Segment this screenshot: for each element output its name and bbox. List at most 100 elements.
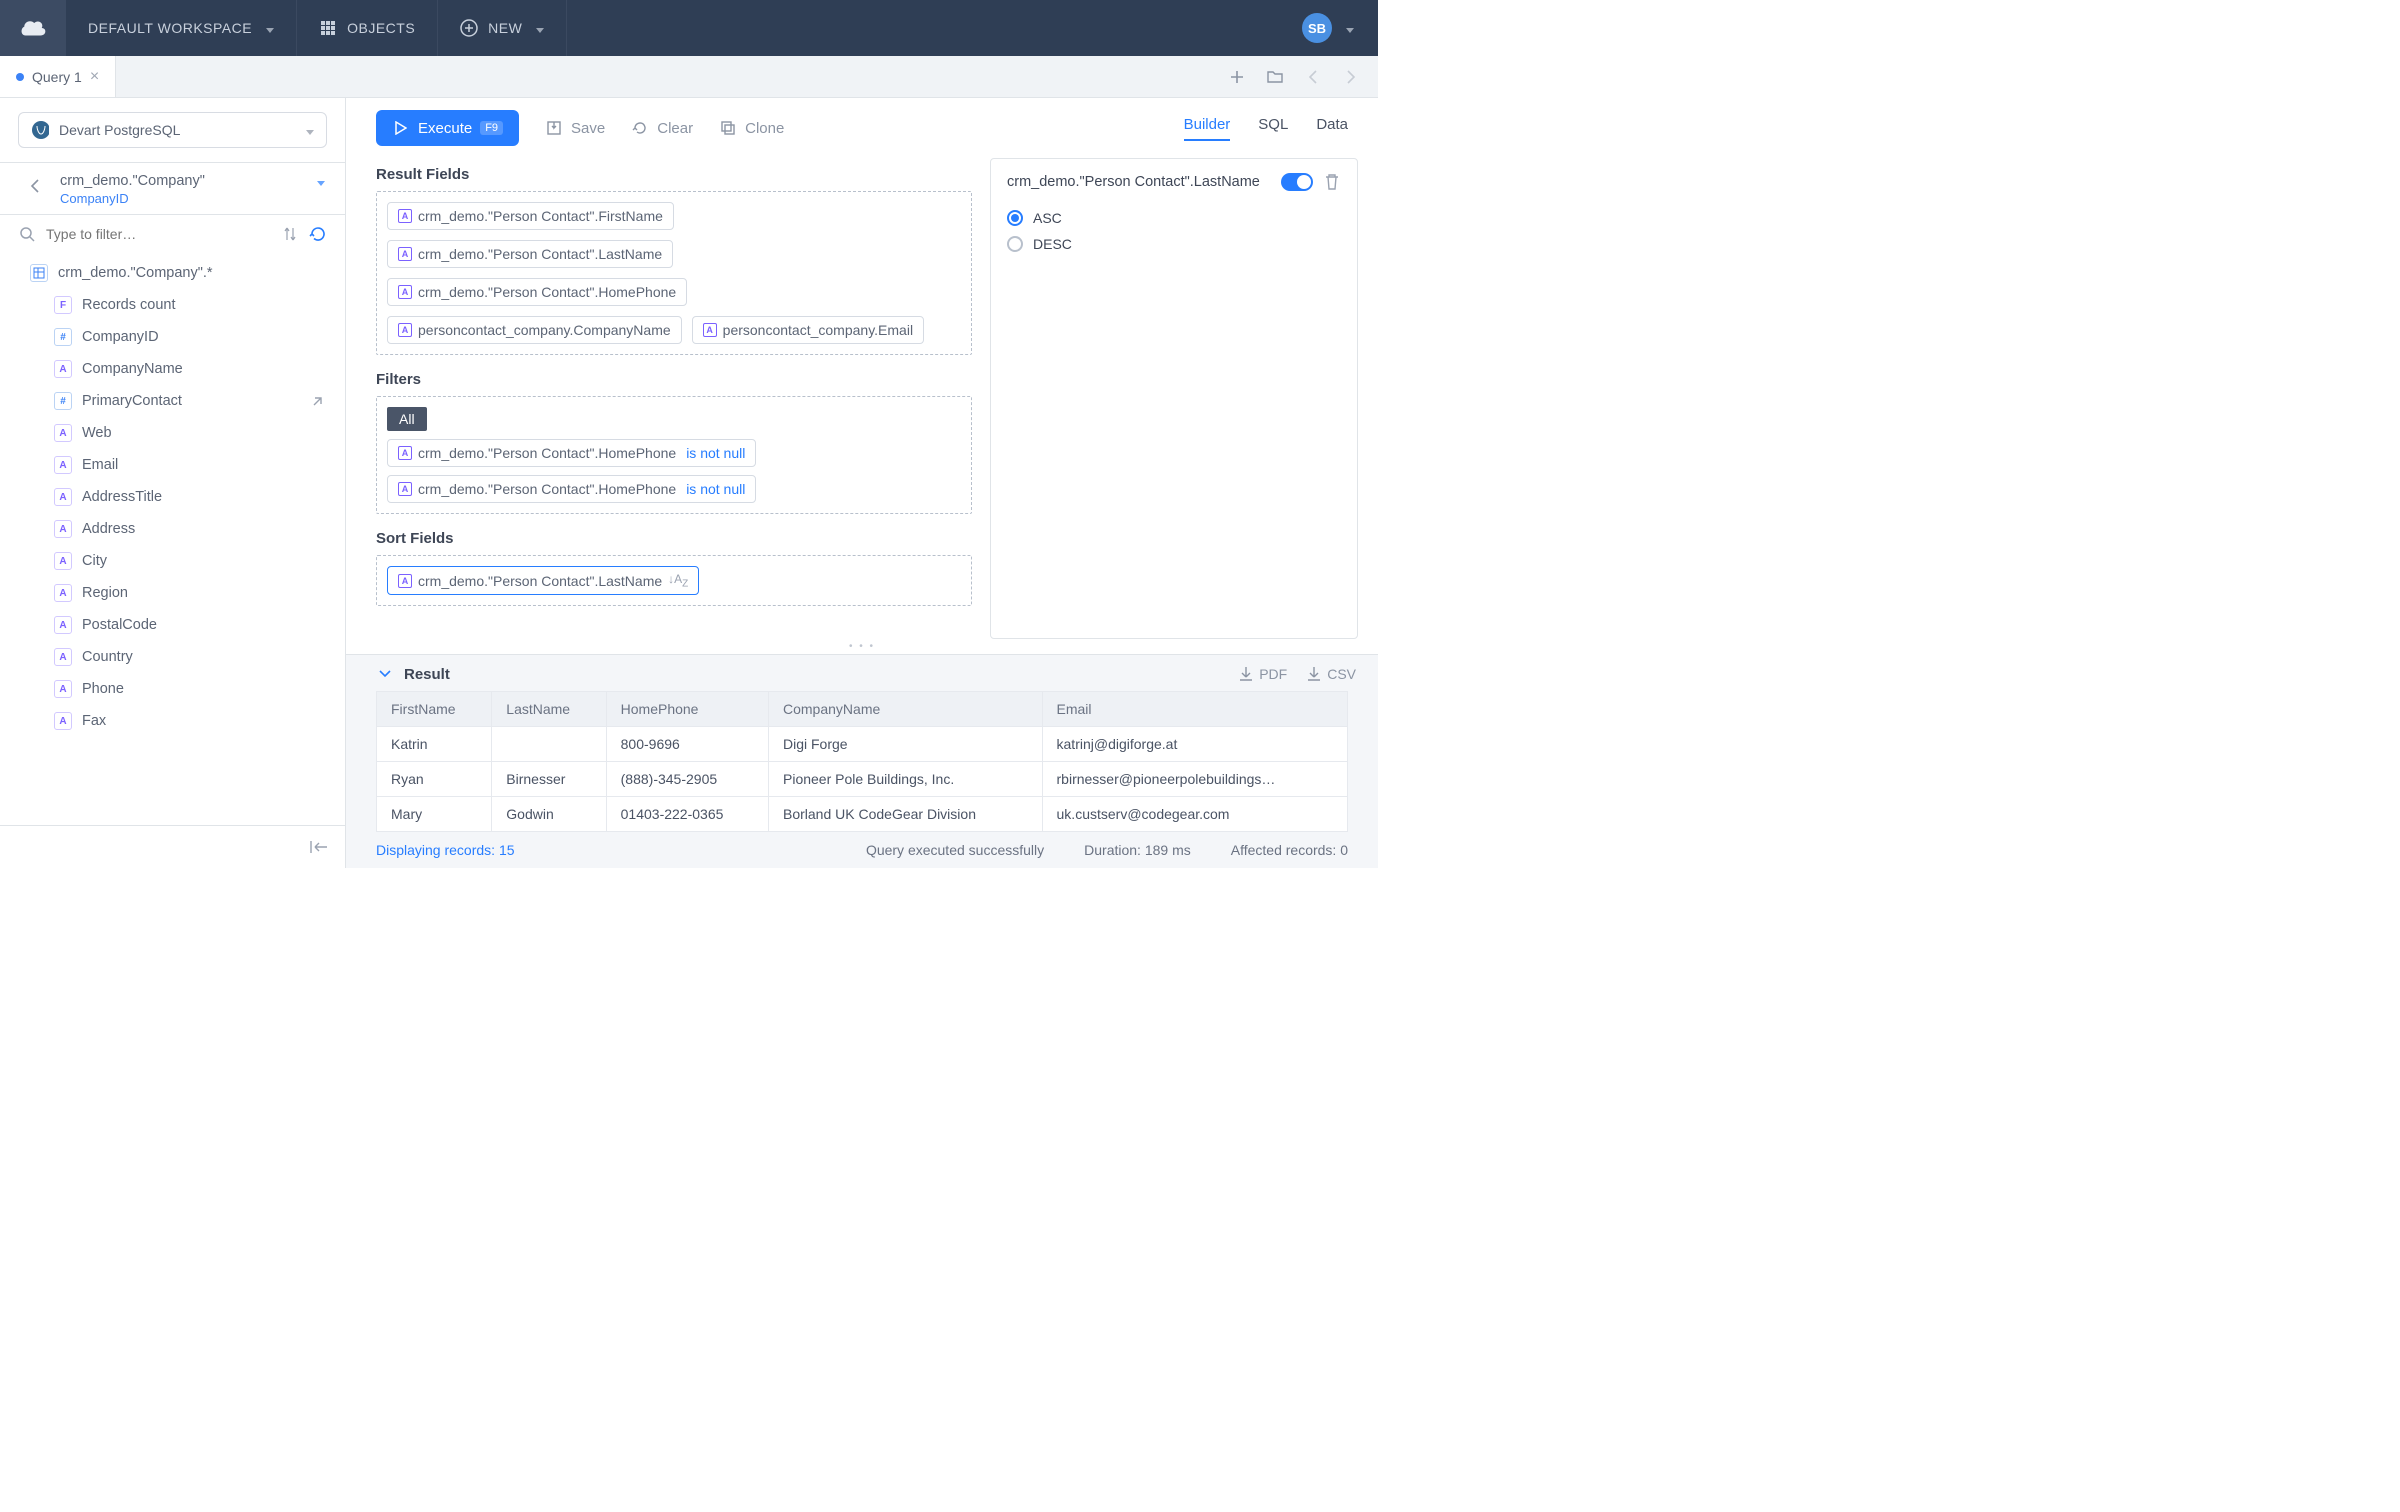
results-title: Result	[404, 666, 450, 683]
chevron-down-icon	[302, 122, 314, 138]
tree-column[interactable]: #PrimaryContact	[0, 385, 345, 417]
tree-column[interactable]: AEmail	[0, 449, 345, 481]
column-header[interactable]: LastName	[492, 692, 606, 727]
refresh-icon[interactable]	[309, 225, 327, 243]
type-icon: A	[398, 323, 412, 337]
filter-chip[interactable]: Acrm_demo."Person Contact".HomePhoneis n…	[387, 439, 756, 467]
field-enabled-toggle[interactable]	[1281, 173, 1313, 191]
close-icon[interactable]: ×	[90, 68, 99, 86]
field-chip[interactable]: Apersoncontact_company.Email	[692, 316, 924, 344]
type-icon: A	[54, 456, 72, 474]
user-menu[interactable]: SB	[1302, 13, 1378, 43]
sort-chip[interactable]: Acrm_demo."Person Contact".LastName↓AZ	[387, 566, 699, 595]
type-icon: A	[54, 360, 72, 378]
type-icon: A	[398, 209, 412, 223]
prev-tab-icon[interactable]	[1304, 68, 1322, 86]
sort-asc-radio[interactable]: ASC	[1007, 205, 1341, 231]
tree-column[interactable]: AFax	[0, 705, 345, 737]
external-link-icon[interactable]	[309, 392, 327, 410]
folder-open-icon[interactable]	[1266, 68, 1284, 86]
filter-chip[interactable]: Acrm_demo."Person Contact".HomePhoneis n…	[387, 475, 756, 503]
search-icon	[18, 225, 36, 243]
tab-data[interactable]: Data	[1316, 116, 1348, 141]
filter-input[interactable]	[46, 226, 271, 242]
chevron-down-icon	[532, 20, 544, 36]
schema-tree: crm_demo."Company".* FRecords count#Comp…	[0, 253, 345, 825]
table-row[interactable]: Katrin800-9696Digi Forgekatrinj@digiforg…	[377, 727, 1348, 762]
copy-icon	[719, 119, 737, 137]
grid-icon	[319, 19, 337, 37]
filter-mode-all[interactable]: All	[387, 407, 427, 431]
connection-name: Devart PostgreSQL	[59, 122, 292, 138]
chevron-down-icon	[1342, 20, 1354, 36]
field-chip[interactable]: Apersoncontact_company.CompanyName	[387, 316, 682, 344]
panel-splitter[interactable]: • • •	[346, 639, 1378, 654]
column-header[interactable]: Email	[1042, 692, 1347, 727]
collapse-panel-icon[interactable]	[309, 838, 327, 856]
tree-column[interactable]: ACountry	[0, 641, 345, 673]
tree-column[interactable]: APhone	[0, 673, 345, 705]
chevron-down-icon[interactable]	[313, 173, 325, 189]
result-fields-dropzone[interactable]: Acrm_demo."Person Contact".FirstName Acrm…	[376, 191, 972, 355]
tree-column[interactable]: AAddress	[0, 513, 345, 545]
download-icon	[1305, 665, 1323, 683]
nav-new[interactable]: NEW	[438, 0, 567, 56]
tree-column[interactable]: FRecords count	[0, 289, 345, 321]
filters-title: Filters	[376, 371, 972, 388]
clone-button[interactable]: Clone	[719, 119, 784, 137]
new-tab-icon[interactable]	[1228, 68, 1246, 86]
sort-icon[interactable]	[281, 225, 299, 243]
chevron-down-icon[interactable]	[376, 665, 394, 683]
field-chip[interactable]: Acrm_demo."Person Contact".HomePhone	[387, 278, 687, 306]
field-chip[interactable]: Acrm_demo."Person Contact".FirstName	[387, 202, 674, 230]
type-icon: A	[54, 648, 72, 666]
column-header[interactable]: CompanyName	[769, 692, 1043, 727]
export-csv-button[interactable]: CSV	[1305, 665, 1356, 683]
clear-button[interactable]: Clear	[631, 119, 693, 137]
tree-column[interactable]: ACity	[0, 545, 345, 577]
save-button[interactable]: Save	[545, 119, 605, 137]
type-icon: A	[54, 552, 72, 570]
field-chip[interactable]: Acrm_demo."Person Contact".LastName	[387, 240, 673, 268]
sort-desc-radio[interactable]: DESC	[1007, 231, 1341, 257]
filters-dropzone[interactable]: All Acrm_demo."Person Contact".HomePhone…	[376, 396, 972, 514]
nav-objects[interactable]: OBJECTS	[297, 0, 438, 56]
export-pdf-button[interactable]: PDF	[1237, 665, 1287, 683]
tree-column[interactable]: AAddressTitle	[0, 481, 345, 513]
breadcrumb[interactable]: crm_demo."Company" CompanyID	[0, 162, 345, 215]
exec-status: Query executed successfully	[866, 842, 1044, 858]
next-tab-icon[interactable]	[1342, 68, 1360, 86]
column-header[interactable]: FirstName	[377, 692, 492, 727]
tab-sql[interactable]: SQL	[1258, 116, 1288, 141]
sort-fields-dropzone[interactable]: Acrm_demo."Person Contact".LastName↓AZ	[376, 555, 972, 606]
table-icon	[30, 264, 48, 282]
result-fields-title: Result Fields	[376, 166, 972, 183]
tree-column[interactable]: #CompanyID	[0, 321, 345, 353]
type-icon: #	[54, 392, 72, 410]
connection-selector[interactable]: Devart PostgreSQL	[18, 112, 327, 148]
tree-column[interactable]: ACompanyName	[0, 353, 345, 385]
type-icon: A	[54, 584, 72, 602]
back-icon[interactable]	[26, 177, 44, 195]
type-icon: A	[54, 712, 72, 730]
tree-column[interactable]: ARegion	[0, 577, 345, 609]
trash-icon[interactable]	[1323, 173, 1341, 191]
tree-column[interactable]: APostalCode	[0, 609, 345, 641]
record-count: Displaying records: 15	[376, 842, 515, 858]
tab-query-1[interactable]: Query 1 ×	[0, 56, 116, 97]
schema-panel: Devart PostgreSQL crm_demo."Company" Com…	[0, 98, 346, 868]
type-icon: A	[703, 323, 717, 337]
tree-root[interactable]: crm_demo."Company".*	[0, 257, 345, 289]
table-row[interactable]: MaryGodwin01403-222-0365Borland UK CodeG…	[377, 797, 1348, 832]
tab-builder[interactable]: Builder	[1184, 116, 1231, 141]
radio-off-icon	[1007, 236, 1023, 252]
save-icon	[545, 119, 563, 137]
app-logo[interactable]	[0, 0, 66, 56]
column-header[interactable]: HomePhone	[606, 692, 768, 727]
tree-column[interactable]: AWeb	[0, 417, 345, 449]
workspace-selector[interactable]: DEFAULT WORKSPACE	[66, 0, 297, 56]
type-icon: A	[54, 520, 72, 538]
type-icon: A	[398, 285, 412, 299]
execute-button[interactable]: Execute F9	[376, 110, 519, 146]
table-row[interactable]: RyanBirnesser(888)-345-2905Pioneer Pole …	[377, 762, 1348, 797]
